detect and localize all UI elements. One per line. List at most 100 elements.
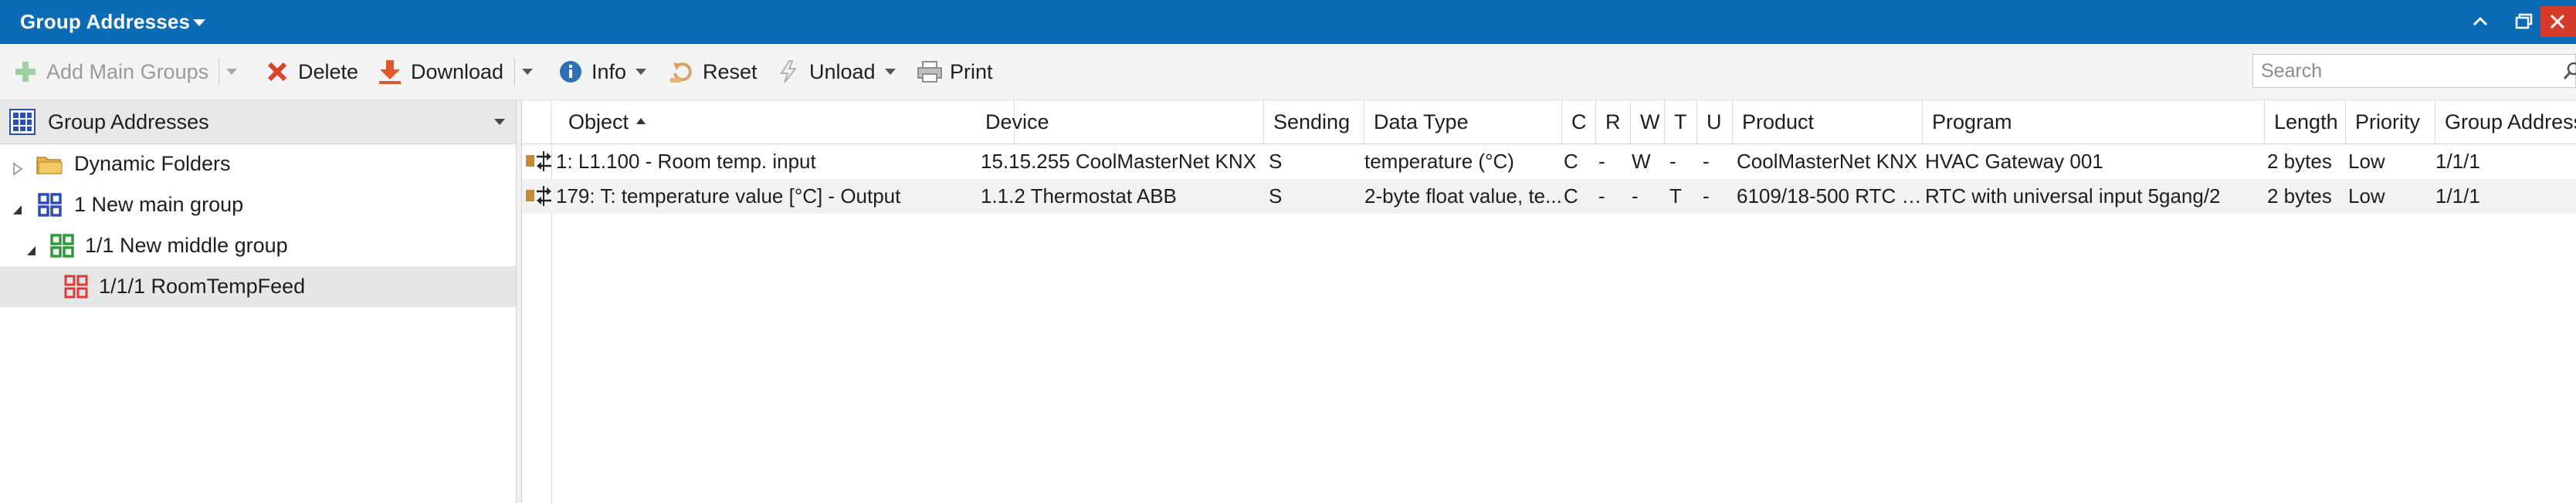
- cell-data-type: 2-byte float value, te...: [1364, 184, 1562, 208]
- cell-program: HVAC Gateway 001: [1925, 150, 2103, 173]
- download-label: Download: [411, 59, 504, 83]
- plus-icon: [12, 59, 39, 85]
- cell-device: 15.15.255 CoolMasterNet KNX: [981, 150, 1256, 173]
- associations-grid: Object Device Sending Data Type C R W T …: [522, 100, 2576, 503]
- delete-button[interactable]: Delete: [264, 44, 358, 100]
- lightning-icon: [775, 59, 802, 85]
- add-main-groups-button[interactable]: Add Main Groups: [12, 44, 208, 100]
- tree-item-group-address[interactable]: 1/1/1 RoomTempFeed: [0, 266, 516, 307]
- table-row[interactable]: 1: L1.100 - Room temp. input 15.15.255 C…: [522, 144, 2576, 179]
- printer-icon: [916, 59, 942, 85]
- print-label: Print: [950, 59, 993, 83]
- cell-length: 2 bytes: [2267, 150, 2332, 173]
- delete-x-icon: [264, 59, 290, 85]
- search-input[interactable]: [2261, 55, 2554, 87]
- add-main-groups-dropdown[interactable]: [223, 44, 243, 100]
- toolbar-divider: [514, 58, 515, 86]
- cell-product: 6109/18-500 RTC wi...: [1737, 184, 1924, 208]
- restore-button[interactable]: [2507, 6, 2540, 37]
- cell-u: -: [1703, 184, 1710, 208]
- collapse-arrow-icon[interactable]: [12, 198, 23, 222]
- column-header-length[interactable]: Length: [2265, 100, 2346, 143]
- tree-panel-title: Group Addresses: [48, 110, 209, 133]
- chevron-up-icon: [2473, 16, 2488, 26]
- tree-item-label: 1/1/1 RoomTempFeed: [99, 275, 306, 298]
- reset-button[interactable]: Reset: [669, 44, 758, 100]
- add-main-groups-label: Add Main Groups: [46, 59, 209, 83]
- window-title[interactable]: Group Addresses: [20, 0, 190, 44]
- column-header-sending[interactable]: Sending: [1264, 100, 1364, 143]
- delete-label: Delete: [298, 59, 359, 83]
- tree-item-label: 1 New main group: [74, 193, 244, 216]
- restore-window-icon: [2515, 13, 2533, 29]
- tree-item-main-group[interactable]: 1 New main group: [0, 184, 516, 225]
- toolbar: Add Main Groups Delete Download Info Res…: [0, 44, 2576, 100]
- cell-r: -: [1598, 184, 1605, 208]
- grid-header: Object Device Sending Data Type C R W T …: [522, 100, 2576, 144]
- main-group-icon: [37, 192, 63, 224]
- chevron-down-icon[interactable]: [494, 119, 505, 125]
- collapse-arrow-icon[interactable]: [26, 239, 37, 263]
- close-icon: [2550, 14, 2565, 29]
- cell-r: -: [1598, 150, 1605, 173]
- column-header-icon[interactable]: [522, 100, 551, 143]
- cell-w: -: [1632, 184, 1639, 208]
- column-header-device[interactable]: Device: [976, 100, 1264, 143]
- download-button[interactable]: Download: [377, 44, 503, 100]
- info-button[interactable]: Info: [558, 44, 647, 100]
- cell-priority: Low: [2348, 184, 2385, 208]
- download-dropdown[interactable]: [519, 44, 539, 100]
- cell-w: W: [1632, 150, 1651, 173]
- title-bar: Group Addresses: [0, 0, 2576, 44]
- column-header-product[interactable]: Product: [1733, 100, 1923, 143]
- cell-c: C: [1564, 184, 1578, 208]
- column-header-c[interactable]: C: [1562, 100, 1596, 143]
- close-button[interactable]: [2540, 6, 2576, 37]
- column-header-data-type[interactable]: Data Type: [1364, 100, 1562, 143]
- cell-group-address: 1/1/1: [2435, 150, 2480, 173]
- search-box: [2252, 54, 2576, 88]
- middle-group-icon: [49, 233, 76, 265]
- cell-sending: S: [1269, 150, 1283, 173]
- cell-priority: Low: [2348, 150, 2385, 173]
- tree-item-label: Dynamic Folders: [74, 152, 231, 175]
- table-row[interactable]: 179: T: temperature value [°C] - Output …: [522, 179, 2576, 214]
- column-header-priority[interactable]: Priority: [2346, 100, 2435, 143]
- unload-label: Unload: [809, 59, 876, 83]
- group-addresses-tree-panel: Group Addresses Dynamic Folders 1 New ma…: [0, 100, 517, 503]
- cell-u: -: [1703, 150, 1710, 173]
- column-header-r[interactable]: R: [1596, 100, 1631, 143]
- tree-item-dynamic-folders[interactable]: Dynamic Folders: [0, 143, 516, 184]
- cell-t: -: [1669, 150, 1676, 173]
- title-dropdown-caret-icon[interactable]: [193, 19, 205, 26]
- cell-length: 2 bytes: [2267, 184, 2332, 208]
- info-icon: [558, 59, 584, 85]
- column-header-u[interactable]: U: [1697, 100, 1733, 143]
- chevron-down-icon: [884, 69, 896, 75]
- download-icon: [377, 59, 403, 85]
- column-header-t[interactable]: T: [1665, 100, 1697, 143]
- cell-program: RTC with universal input 5gang/2: [1925, 184, 2221, 208]
- reset-label: Reset: [703, 59, 758, 83]
- column-header-object[interactable]: Object: [559, 100, 1015, 143]
- chevron-down-icon: [522, 69, 533, 75]
- expand-arrow-icon[interactable]: [12, 157, 23, 181]
- column-header-program[interactable]: Program: [1923, 100, 2265, 143]
- print-button[interactable]: Print: [916, 44, 993, 100]
- column-header-group-address[interactable]: Group Address: [2435, 100, 2576, 143]
- unload-button[interactable]: Unload: [775, 44, 896, 100]
- cell-product: CoolMasterNet KNX: [1737, 150, 1918, 173]
- sort-ascending-icon: [636, 117, 646, 124]
- info-label: Info: [591, 59, 627, 83]
- collapse-button[interactable]: [2463, 6, 2497, 37]
- column-header-w[interactable]: W: [1631, 100, 1665, 143]
- chevron-down-icon: [226, 69, 237, 75]
- tree-item-label: 1/1 New middle group: [85, 234, 288, 257]
- folder-icon: [36, 151, 63, 181]
- panel-splitter[interactable]: [517, 100, 522, 503]
- cell-data-type: temperature (°C): [1364, 150, 1514, 173]
- tree-panel-header[interactable]: Group Addresses: [0, 100, 516, 144]
- tree-item-middle-group[interactable]: 1/1 New middle group: [0, 225, 516, 266]
- search-icon[interactable]: [2562, 61, 2576, 86]
- group-address-icon: [63, 274, 90, 306]
